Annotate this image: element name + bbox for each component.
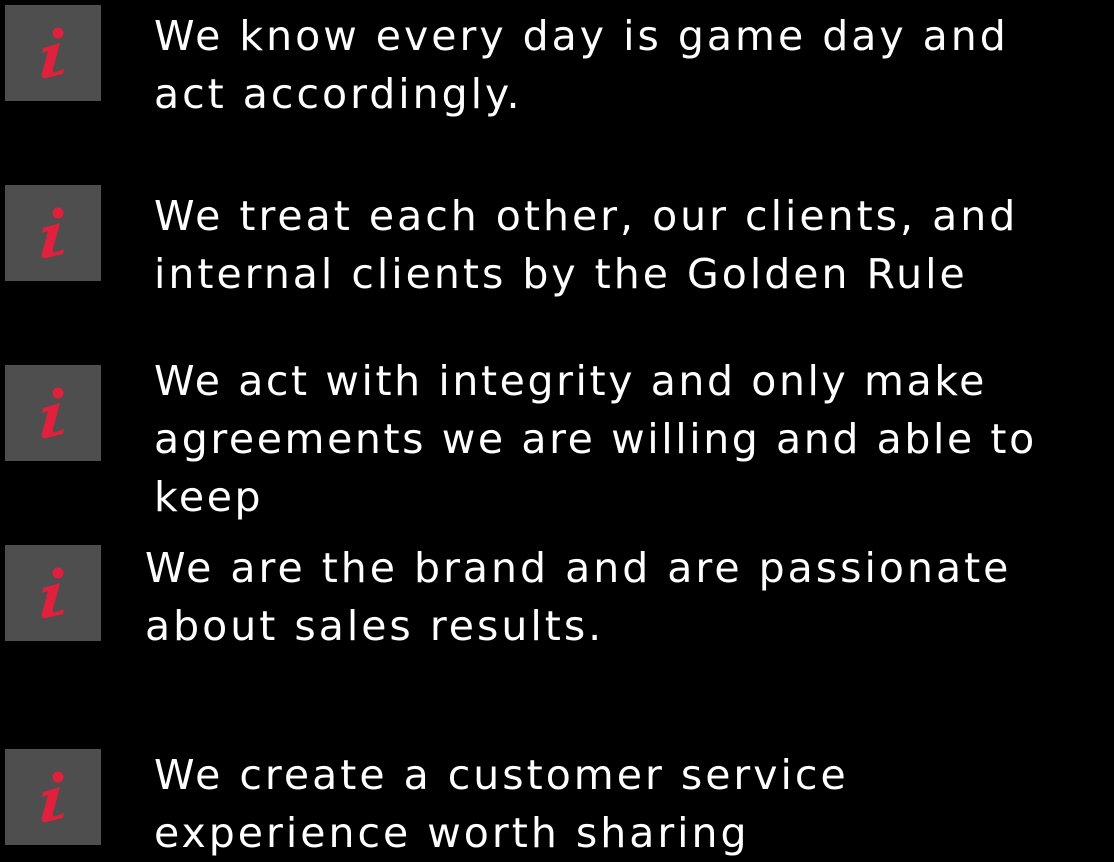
info-icon <box>5 185 101 281</box>
value-text: We are the brand and are passionate abou… <box>145 544 1012 650</box>
value-text: We act with integrity and only make agre… <box>154 357 1037 521</box>
value-text: We know every day is game day and act ac… <box>154 12 1009 118</box>
value-text: We create a customer service experience … <box>154 751 849 857</box>
info-icon <box>5 749 101 845</box>
info-icon <box>5 5 101 101</box>
info-icon <box>5 545 101 641</box>
info-icon <box>5 365 101 461</box>
value-text: We treat each other, our clients, and in… <box>154 192 1019 298</box>
